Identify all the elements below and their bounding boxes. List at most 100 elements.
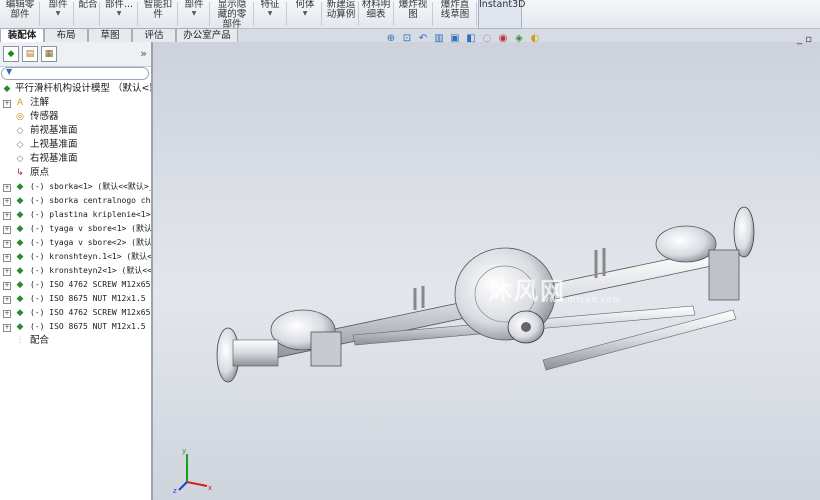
dropdown-arrow-icon[interactable]: ▼ <box>102 10 136 18</box>
ribbon-separator <box>99 2 100 26</box>
ribbon-button-4[interactable]: 智能扣 件 <box>140 0 176 28</box>
ribbon-button-9[interactable]: 新建运 动算例 <box>325 0 357 28</box>
expand-toggle-icon[interactable]: + <box>3 282 11 290</box>
tree-item-icon: ◇ <box>16 140 24 150</box>
section-view-icon[interactable]: ▥ <box>432 32 446 46</box>
tree-item-icon: ◆ <box>16 182 24 192</box>
tree-item-label: (-) ISO 8675 NUT M12x1.5 S <box>30 322 151 331</box>
feature-manager-panel: ◆ ▤ ▦ » ▼ ◆ 平行滑杆机构设计模型 （默认<默 + A 注解 ◎ 传感器 ◇ 前视… <box>0 42 153 500</box>
tab-assembly[interactable]: 装配体 <box>0 28 44 42</box>
expand-toggle-icon[interactable]: + <box>3 296 11 304</box>
tree-item-label: 原点 <box>30 167 50 178</box>
tab-evaluate[interactable]: 评估 <box>132 28 176 42</box>
tree-item[interactable]: + ◆ (-) tyaga v sbore<1> (默认 <box>0 222 151 236</box>
ribbon-button-8[interactable]: 何体 ▼ <box>290 0 320 28</box>
dropdown-arrow-icon[interactable]: ▼ <box>290 10 320 18</box>
tree-item[interactable]: ◎ 传感器 <box>0 110 151 124</box>
expand-toggle-icon[interactable]: + <box>3 212 11 220</box>
previous-view-icon[interactable]: ↶ <box>416 32 430 46</box>
tree-item[interactable]: + ◆ (-) ISO 4762 SCREW M12x65 <box>0 306 151 320</box>
ribbon-button-7[interactable]: 特征 ▼ <box>255 0 285 28</box>
ribbon-button-label: 爆炸视 图 <box>398 0 428 20</box>
dropdown-arrow-icon[interactable]: ▼ <box>255 10 285 18</box>
expand-panel-icon[interactable]: » <box>140 47 147 60</box>
tree-item[interactable]: ↳ 原点 <box>0 166 151 180</box>
tree-item[interactable]: + ◆ (-) sborka<1> (默认<<默认>_显 <box>0 180 151 194</box>
ribbon-separator <box>253 2 254 26</box>
tree-item[interactable]: + ◆ (-) ISO 8675 NUT M12x1.5 S <box>0 320 151 334</box>
tree-item[interactable]: + A 注解 <box>0 96 151 110</box>
expand-toggle-icon[interactable]: + <box>3 184 11 192</box>
tree-item-icon: ◆ <box>16 196 24 206</box>
expand-toggle-icon[interactable]: + <box>3 324 11 332</box>
tree-item[interactable]: + ◆ (-) plastina kriplenie<1> <box>0 208 151 222</box>
zoom-fit-icon[interactable]: ⊕ <box>384 32 398 46</box>
view-settings-icon[interactable]: ◐ <box>528 32 542 46</box>
tree-item-icon: ↳ <box>16 168 24 178</box>
tree-filter[interactable]: ▼ <box>1 67 149 80</box>
expand-toggle-icon[interactable]: + <box>3 254 11 262</box>
ribbon-button-6[interactable]: 显示隐 藏的零 部件 <box>212 0 252 30</box>
apply-scene-icon[interactable]: ◈ <box>512 32 526 46</box>
reference-triad: y x z <box>173 447 212 494</box>
tree-item-label: (-) kronshteyn.1<1> (默认< <box>30 252 151 261</box>
view-orientation-icon[interactable]: ▣ <box>448 32 462 46</box>
edit-appearance-icon[interactable]: ◉ <box>496 32 510 46</box>
tree-item[interactable]: ◇ 上视基准面 <box>0 138 151 152</box>
zoom-area-icon[interactable]: ⊡ <box>400 32 414 46</box>
tree-item[interactable]: ⫶ 配合 <box>0 334 151 348</box>
dropdown-arrow-icon[interactable]: ▼ <box>44 10 72 18</box>
tree-item-label: 配合 <box>30 335 50 346</box>
tree-item[interactable]: + ◆ (-) kronshteyn2<1> (默认<< <box>0 264 151 278</box>
expand-toggle-icon[interactable]: + <box>3 226 11 234</box>
graphics-viewport[interactable]: 沐风网 www.mfcad.com y x z <box>153 42 820 500</box>
tree-item-icon: ◆ <box>16 224 24 234</box>
tree-item[interactable]: + ◆ (-) sborka centralnogo cha <box>0 194 151 208</box>
dropdown-arrow-icon[interactable]: ▼ <box>180 10 208 18</box>
ribbon-button-11[interactable]: 爆炸视 图 <box>395 0 431 28</box>
tree-item-icon: ◆ <box>16 238 24 248</box>
expand-toggle-icon[interactable]: + <box>3 198 11 206</box>
tab-layout[interactable]: 布局 <box>44 28 88 42</box>
assembly-model-3d[interactable] <box>153 42 820 500</box>
ribbon-button-10[interactable]: 材料明 细表 <box>360 0 392 28</box>
tree-item[interactable]: + ◆ (-) kronshteyn.1<1> (默认< <box>0 250 151 264</box>
ribbon-button-13[interactable]: Instant3D <box>478 0 526 29</box>
configuration-manager-icon[interactable]: ▦ <box>41 46 57 62</box>
ribbon-button-0[interactable]: 编辑零 部件 <box>2 0 38 28</box>
window-controls[interactable]: _ ▫ <box>797 34 812 45</box>
tree-item[interactable]: ◇ 前视基准面 <box>0 124 151 138</box>
property-manager-icon[interactable]: ▤ <box>22 46 38 62</box>
ribbon-button-3[interactable]: 部件... ▼ <box>102 0 136 28</box>
feature-tree: ◆ 平行滑杆机构设计模型 （默认<默 + A 注解 ◎ 传感器 ◇ 前视基准面 ◇ 上视基准面 ◇… <box>0 82 151 348</box>
heads-up-view-toolbar: ⊕ ⊡ ↶ ▥ ▣ ◧ ◌ ◉ ◈ ◐ <box>384 32 544 48</box>
hide-show-icon[interactable]: ◌ <box>480 32 494 46</box>
display-style-icon[interactable]: ◧ <box>464 32 478 46</box>
assembly-icon: ◆ <box>3 84 11 94</box>
tree-item[interactable]: + ◆ (-) tyaga v sbore<2> (默认 <box>0 236 151 250</box>
tree-item-label: (-) ISO 4762 SCREW M12x65 <box>30 308 151 317</box>
tree-item-label: (-) sborka centralnogo cha <box>30 196 151 205</box>
tree-item-icon: ◆ <box>16 308 24 318</box>
expand-toggle-icon[interactable]: + <box>3 310 11 318</box>
tree-item[interactable]: + ◆ (-) ISO 4762 SCREW M12x65 <box>0 278 151 292</box>
expand-toggle-icon[interactable]: + <box>3 240 11 248</box>
tab-office-products[interactable]: 办公室产品 <box>176 28 238 42</box>
ribbon-button-label: Instant3D <box>479 0 526 10</box>
ribbon-button-label: 材料明 细表 <box>361 0 391 20</box>
ribbon-separator <box>137 2 138 26</box>
ribbon-button-2[interactable]: 配合 <box>78 0 98 28</box>
expand-toggle-icon[interactable]: + <box>3 100 11 108</box>
tab-sketch[interactable]: 草图 <box>88 28 132 42</box>
ribbon-button-label: 智能扣 件 <box>143 0 173 20</box>
feature-manager-icon[interactable]: ◆ <box>3 46 19 62</box>
ribbon-button-5[interactable]: 部件 ▼ <box>180 0 208 28</box>
ribbon-button-1[interactable]: 部件 ▼ <box>44 0 72 28</box>
tree-item-icon: ⫶ <box>18 336 22 346</box>
expand-toggle-icon[interactable]: + <box>3 268 11 276</box>
ribbon-button-label: 部件 <box>184 0 204 10</box>
ribbon-button-12[interactable]: 爆炸直 线草图 <box>435 0 475 28</box>
tree-item[interactable]: + ◆ (-) ISO 8675 NUT M12x1.5 S <box>0 292 151 306</box>
tree-item[interactable]: ◇ 右视基准面 <box>0 152 151 166</box>
tree-root[interactable]: ◆ 平行滑杆机构设计模型 （默认<默 <box>0 82 151 96</box>
